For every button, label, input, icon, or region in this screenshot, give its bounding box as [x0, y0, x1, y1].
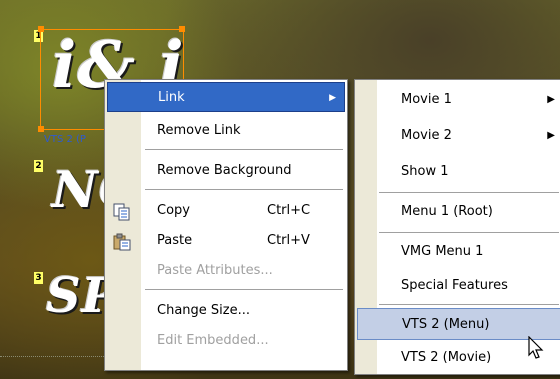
submenu-item-label: Menu 1 (Root)	[401, 204, 493, 219]
menu-separator	[145, 189, 343, 190]
resize-handle[interactable]	[38, 126, 44, 132]
submenu-item-label: Movie 2	[401, 128, 452, 143]
context-menu: Link ▶ Remove Link Remove Background Cop…	[104, 79, 348, 371]
guide-line	[0, 356, 120, 357]
submenu-arrow-icon: ▶	[547, 130, 555, 141]
menu-separator	[379, 192, 559, 193]
paste-icon	[113, 233, 131, 251]
menu-item-label: Copy	[157, 203, 190, 218]
submenu-item-special-features[interactable]: Special Features	[357, 270, 560, 302]
submenu-item-vmg-menu-1[interactable]: VMG Menu 1	[357, 236, 560, 268]
menu-item-label: Paste Attributes...	[157, 263, 273, 278]
submenu-item-label: VMG Menu 1	[401, 244, 484, 259]
menu-separator	[145, 149, 343, 150]
submenu-arrow-icon: ▶	[329, 93, 336, 103]
menu-separator	[379, 304, 559, 305]
menu-item-remove-link[interactable]: Remove Link	[107, 116, 345, 146]
menu-item-label: Remove Background	[157, 163, 292, 178]
submenu-item-label: VTS 2 (Menu)	[402, 317, 490, 332]
resize-handle[interactable]	[179, 26, 185, 32]
menu-separator	[379, 232, 559, 233]
submenu-item-label: VTS 2 (Movie)	[401, 350, 492, 365]
item-number-badge: 2	[34, 160, 43, 172]
menu-item-paste-attributes[interactable]: Paste Attributes...	[107, 256, 345, 286]
menu-item-label: Edit Embedded...	[157, 333, 269, 348]
submenu-item-show-1[interactable]: Show 1	[357, 156, 560, 188]
menu-item-shortcut: Ctrl+C	[267, 203, 311, 218]
item-number-badge: 3	[34, 272, 43, 284]
menu-item-shortcut: Ctrl+V	[267, 233, 310, 248]
menu-item-label: Change Size...	[157, 303, 250, 318]
menu-item-change-size[interactable]: Change Size...	[107, 296, 345, 326]
copy-icon	[113, 203, 130, 221]
menu-item-label: Link	[158, 90, 185, 105]
menu-item-label: Paste	[157, 233, 193, 248]
menu-item-link[interactable]: Link ▶	[107, 82, 345, 112]
menu-item-remove-background[interactable]: Remove Background	[107, 156, 345, 186]
menu-separator	[145, 289, 343, 290]
submenu-item-label: Special Features	[401, 278, 508, 293]
menu-item-edit-embedded[interactable]: Edit Embedded...	[107, 326, 345, 356]
submenu-item-label: Show 1	[401, 164, 449, 179]
submenu-arrow-icon: ▶	[547, 94, 555, 105]
submenu-item-movie-1[interactable]: Movie 1 ▶	[357, 84, 560, 116]
menu-item-paste[interactable]: Paste Ctrl+V	[107, 226, 345, 256]
menu-item-label: Remove Link	[157, 123, 241, 138]
menu-item-copy[interactable]: Copy Ctrl+C	[107, 196, 345, 226]
mouse-cursor-icon	[527, 335, 549, 366]
link-target-label: VTS 2 (P	[44, 134, 86, 145]
resize-handle[interactable]	[38, 26, 44, 32]
submenu-item-movie-2[interactable]: Movie 2 ▶	[357, 120, 560, 152]
link-submenu: Movie 1 ▶ Movie 2 ▶ Show 1 Menu 1 (Root)…	[354, 79, 560, 375]
submenu-item-menu-1-root[interactable]: Menu 1 (Root)	[357, 196, 560, 228]
submenu-item-label: Movie 1	[401, 92, 452, 107]
